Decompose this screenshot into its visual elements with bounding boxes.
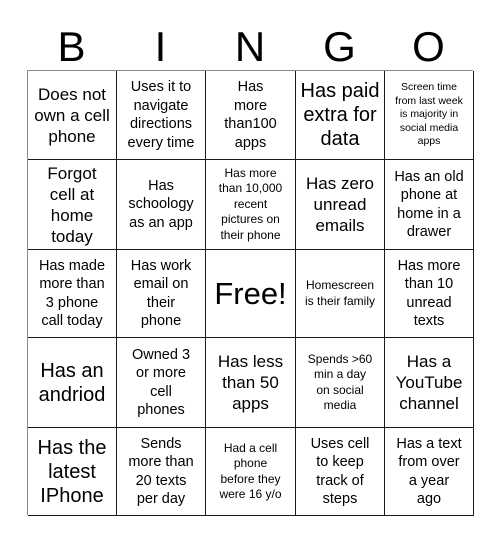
bingo-square-text: Has a YouTube channel — [395, 352, 463, 413]
bingo-square[interactable]: Spends >60 min a day on social media — [296, 338, 385, 428]
bingo-square-text: Sends more than 20 texts per day — [128, 435, 194, 508]
bingo-square[interactable]: Uses cell to keep track of steps — [296, 428, 385, 516]
bingo-square-text: Has the latest IPhone — [37, 436, 107, 507]
bingo-square-text: Forgot cell at home today — [47, 163, 97, 246]
bingo-square[interactable]: Has zero unread emails — [296, 160, 385, 250]
header-letter-g: G — [323, 23, 356, 70]
bingo-square-text: Has made more than 3 phone call today — [38, 257, 106, 330]
bingo-square-text: Has a text from over a year ago — [396, 435, 462, 508]
bingo-square[interactable]: Forgot cell at home today — [28, 160, 117, 250]
bingo-square-text: Has more than 10,000 recent pictures on … — [218, 165, 283, 242]
bingo-square[interactable]: Has an andriod — [28, 338, 117, 428]
bingo-square-text: Has schoology as an app — [128, 177, 194, 231]
bingo-square[interactable]: Has paid extra for data — [296, 71, 385, 160]
bingo-square[interactable]: Homescreen is their family — [296, 250, 385, 338]
bingo-square[interactable]: Does not own a cell phone — [28, 71, 117, 160]
bingo-header-row: B I N G O — [27, 21, 473, 69]
bingo-square[interactable]: Has work email on their phone — [117, 250, 206, 338]
bingo-square[interactable]: Sends more than 20 texts per day — [117, 428, 206, 516]
bingo-square-text: Has more than 10 unread texts — [397, 257, 461, 330]
bingo-square-text: Uses cell to keep track of steps — [310, 435, 370, 508]
bingo-card: B I N G O Does not own a cell phone Uses… — [0, 0, 500, 544]
bingo-square-text: Homescreen is their family — [304, 278, 375, 308]
bingo-square[interactable]: Has the latest IPhone — [28, 428, 117, 516]
bingo-square-text: Uses it to navigate directions every tim… — [127, 79, 195, 151]
bingo-grid: Does not own a cell phone Uses it to nav… — [27, 70, 474, 516]
bingo-square-text: Has an old phone at home in a drawer — [394, 168, 464, 241]
bingo-square-text: Spends >60 min a day on social media — [307, 351, 373, 413]
bingo-square[interactable]: Uses it to navigate directions every tim… — [117, 71, 206, 160]
bingo-free-space[interactable]: Free! — [206, 250, 296, 338]
bingo-square[interactable]: Has more than 10,000 recent pictures on … — [206, 160, 296, 250]
header-letter-i: I — [154, 23, 167, 70]
bingo-square[interactable]: Has a text from over a year ago — [385, 428, 474, 516]
bingo-square-text: Has more than100 apps — [224, 79, 277, 151]
bingo-square-text: Had a cell phone before they were 16 y/o — [219, 440, 282, 502]
bingo-square-text: Screen time from last week is majority i… — [395, 81, 463, 148]
header-letter-b: B — [57, 23, 86, 70]
bingo-square[interactable]: Had a cell phone before they were 16 y/o — [206, 428, 296, 516]
bingo-square-text: Owned 3 or more cell phones — [131, 346, 191, 419]
bingo-square[interactable]: Has a YouTube channel — [385, 338, 474, 428]
bingo-square[interactable]: Has less than 50 apps — [206, 338, 296, 428]
bingo-square-text: Has less than 50 apps — [217, 352, 284, 413]
bingo-square-text: Does not own a cell phone — [34, 84, 110, 146]
bingo-square[interactable]: Has more than 10 unread texts — [385, 250, 474, 338]
bingo-free-space-text: Free! — [214, 275, 287, 311]
bingo-square[interactable]: Has an old phone at home in a drawer — [385, 160, 474, 250]
header-letter-n: N — [234, 23, 266, 70]
bingo-square-text: Has zero unread emails — [305, 174, 375, 235]
header-letter-o: O — [412, 23, 445, 70]
bingo-square-text: Has paid extra for data — [300, 80, 380, 150]
bingo-square[interactable]: Has more than100 apps — [206, 71, 296, 160]
bingo-square-text: Has work email on their phone — [130, 257, 192, 330]
bingo-square[interactable]: Has schoology as an app — [117, 160, 206, 250]
bingo-square[interactable]: Has made more than 3 phone call today — [28, 250, 117, 338]
bingo-square-text: Has an andriod — [38, 359, 106, 406]
bingo-square[interactable]: Owned 3 or more cell phones — [117, 338, 206, 428]
bingo-square[interactable]: Screen time from last week is majority i… — [385, 71, 474, 160]
